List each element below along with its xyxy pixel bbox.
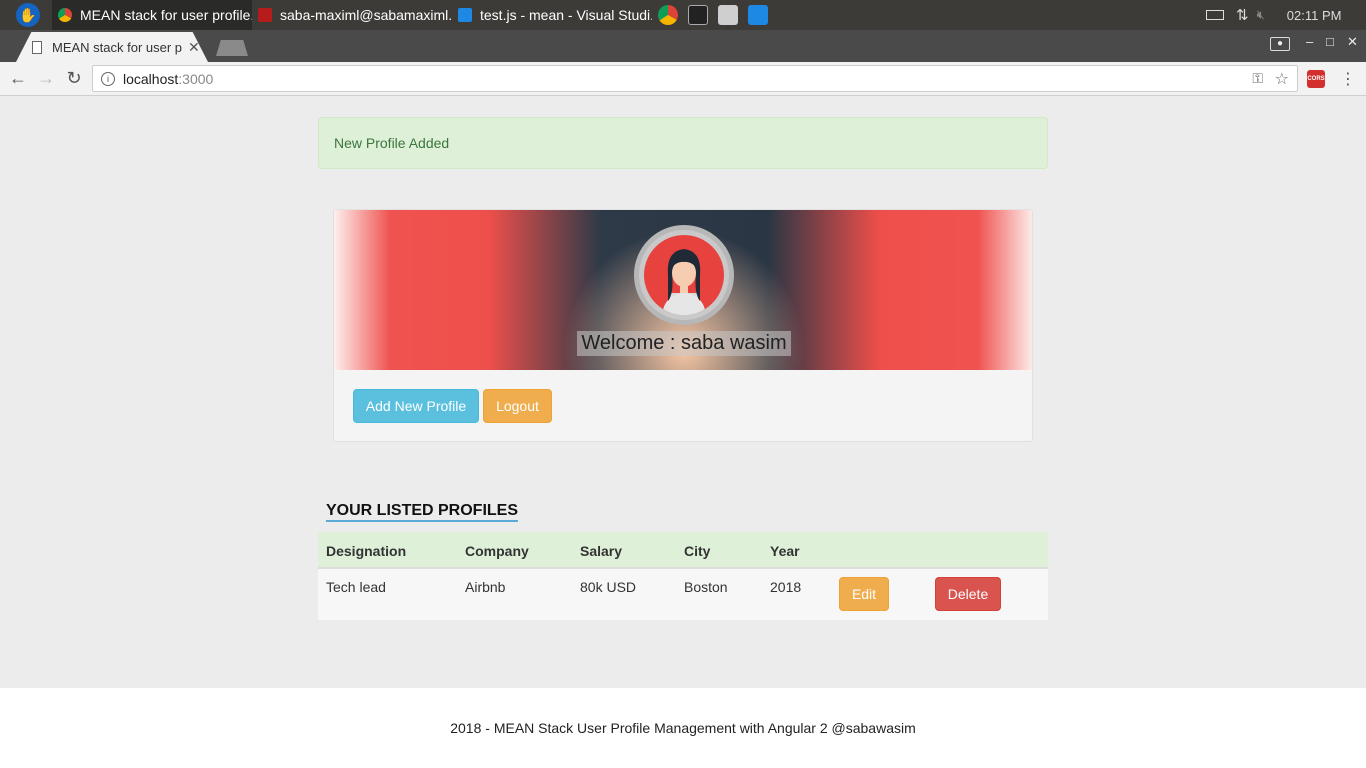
key-icon[interactable]: ⚿ xyxy=(1252,70,1263,87)
browser-tab-active[interactable]: MEAN stack for user p ✕ xyxy=(16,32,208,62)
taskbar-item-label: MEAN stack for user profile... xyxy=(80,7,252,23)
column-header-salary: Salary xyxy=(580,543,623,559)
sublime-launcher-icon[interactable] xyxy=(718,5,738,25)
site-info-icon[interactable]: i xyxy=(101,71,115,86)
address-bar[interactable]: i localhost:3000 ⚿ ☆ xyxy=(92,65,1298,92)
column-header-company: Company xyxy=(465,543,529,559)
profile-card: Welcome : saba wasim Add New Profile Log… xyxy=(333,209,1033,442)
user-avatar-icon xyxy=(644,235,724,315)
welcome-text: Welcome : saba wasim xyxy=(577,331,791,356)
maximize-window-icon[interactable]: □ xyxy=(1326,34,1334,49)
page-icon xyxy=(32,40,42,54)
forward-arrow-icon[interactable]: → xyxy=(34,66,58,90)
taskbar-item-terminal[interactable]: saba-maximl@sabamaximl... xyxy=(256,0,452,30)
alert-message: New Profile Added xyxy=(334,135,450,151)
terminal-launcher-icon[interactable] xyxy=(688,5,708,25)
browser-tabstrip: MEAN stack for user p ✕ xyxy=(0,30,1366,62)
cell-year: 2018 xyxy=(770,579,802,595)
cell-salary: 80k USD xyxy=(580,579,637,595)
reload-icon[interactable]: ↻ xyxy=(62,66,86,90)
column-header-designation: Designation xyxy=(326,543,407,559)
minimize-window-icon[interactable]: – xyxy=(1306,34,1313,49)
taskbar-item-chrome[interactable]: MEAN stack for user profile... xyxy=(52,0,252,30)
system-tray: ⇅ 🔇︎ 02:11 PM xyxy=(1206,0,1341,30)
add-new-profile-button[interactable]: Add New Profile xyxy=(353,389,479,423)
column-header-year: Year xyxy=(770,543,800,559)
vscode-launcher-icon[interactable] xyxy=(748,5,768,25)
page-footer: 2018 - MEAN Stack User Profile Managemen… xyxy=(0,688,1366,768)
bookmark-star-icon[interactable]: ☆ xyxy=(1275,69,1289,89)
profiles-table: Designation Company Salary City Year Tec… xyxy=(318,532,1048,620)
chrome-icon xyxy=(58,8,72,22)
cell-company: Airbnb xyxy=(465,579,506,595)
close-tab-icon[interactable]: ✕ xyxy=(188,39,200,56)
profile-banner: Welcome : saba wasim xyxy=(334,210,1032,370)
vscode-icon xyxy=(458,8,472,22)
success-alert: New Profile Added xyxy=(318,117,1048,169)
profile-icon[interactable]: ● xyxy=(1270,34,1290,51)
column-header-city: City xyxy=(684,543,711,559)
taskbar-item-label: test.js - mean - Visual Studi... xyxy=(480,7,652,23)
os-taskbar: ✋ MEAN stack for user profile... saba-ma… xyxy=(0,0,1366,30)
tab-title: MEAN stack for user p xyxy=(52,39,182,55)
table-row: Tech lead Airbnb 80k USD Boston 2018 Edi… xyxy=(318,569,1048,620)
url-host: localhost xyxy=(123,70,179,87)
section-title: YOUR LISTED PROFILES xyxy=(326,502,519,522)
chrome-launcher-icon[interactable] xyxy=(658,5,678,25)
close-window-icon[interactable]: ✕ xyxy=(1347,34,1358,50)
cell-designation: Tech lead xyxy=(326,579,386,595)
taskbar-item-vscode[interactable]: test.js - mean - Visual Studi... xyxy=(456,0,652,30)
start-menu-icon[interactable]: ✋ xyxy=(16,3,40,27)
new-tab-button[interactable] xyxy=(216,40,248,56)
taskbar-item-label: saba-maximl@sabamaximl... xyxy=(280,7,452,23)
table-header-row: Designation Company Salary City Year xyxy=(318,532,1048,569)
logout-button[interactable]: Logout xyxy=(483,389,552,423)
edit-button[interactable]: Edit xyxy=(839,577,889,611)
browser-toolbar: ← → ↻ i localhost:3000 ⚿ ☆ CORS ⋮ xyxy=(0,62,1366,96)
delete-button[interactable]: Delete xyxy=(935,577,1001,611)
network-icon[interactable]: ⇅ xyxy=(1236,6,1249,24)
url-port: :3000 xyxy=(178,70,214,87)
cors-extension-icon[interactable]: CORS xyxy=(1307,70,1325,88)
avatar xyxy=(634,225,734,325)
volume-muted-icon[interactable]: 🔇︎ xyxy=(1257,7,1265,23)
welcome-heading: Welcome : saba wasim xyxy=(334,331,1032,356)
clock[interactable]: 02:11 PM xyxy=(1287,8,1342,23)
browser-menu-icon[interactable]: ⋮ xyxy=(1340,69,1356,89)
back-arrow-icon[interactable]: ← xyxy=(6,66,30,90)
terminal-icon xyxy=(258,8,272,22)
cell-city: Boston xyxy=(684,579,728,595)
battery-icon[interactable] xyxy=(1206,10,1224,20)
footer-text: 2018 - MEAN Stack User Profile Managemen… xyxy=(450,720,916,736)
